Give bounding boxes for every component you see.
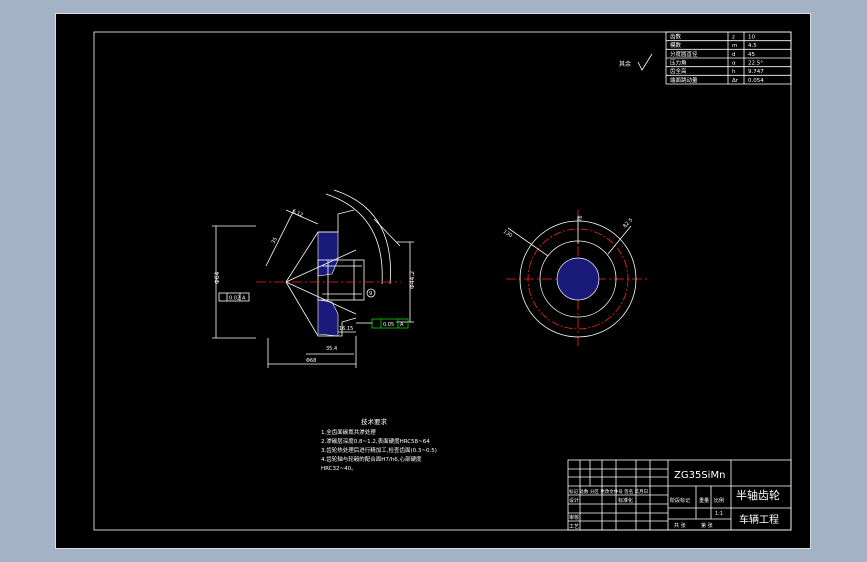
param-0-name: 齿数 — [670, 33, 682, 41]
notes-item-1: 2.渗碳层深度0.8~1.2,表面硬度HRC58~64 — [321, 437, 430, 445]
sheet-border — [93, 31, 792, 531]
param-1-value: 4.5 — [748, 43, 757, 49]
svg-text:0.05: 0.05 — [383, 322, 394, 328]
notes-item-4: HRC32~40。 — [321, 466, 357, 472]
title-block: 标记 处数 分区 更改文件号 签名 年月日 设计 标准化 审核 工艺 ZG35S… — [567, 459, 792, 531]
tb-stage: 阶段标记 — [670, 497, 690, 504]
notes-item-0: 1.全齿面碳氮共渗处理 — [321, 428, 376, 436]
param-3-name: 压力角 — [670, 59, 687, 67]
param-0-symbol: z — [732, 35, 735, 41]
tb-design: 设计 — [569, 497, 579, 504]
dim-bottom-short: 35.4 — [326, 346, 337, 352]
dim-inner-len: 16.15 — [339, 326, 353, 332]
tb-material: ZG35SiMn — [674, 470, 725, 481]
tb-sheet-no: 第 张 — [701, 522, 713, 529]
tb-org: 车辆工程 — [739, 513, 779, 526]
param-5-name: 端面跳动量 — [670, 76, 698, 84]
dim-right-outer: Φ44.2 — [409, 271, 416, 289]
tb-scale-label: 比例 — [714, 497, 724, 504]
param-4-name: 齿全高 — [670, 67, 687, 75]
tb-part-name: 半轴齿轮 — [736, 488, 780, 502]
notes-title: 技术要求 — [361, 417, 388, 426]
front-view: 130 82.5 26 — [502, 210, 650, 346]
dim-circle-right: 82.5 — [622, 217, 634, 229]
dim-right-circle: 9 — [369, 291, 372, 297]
roughness-mark: 其余 — [619, 53, 653, 71]
drawing-viewport[interactable]: 齿数 z 10 模数 m 4.5 分度圆直径 d 45 压力角 α 22.5° … — [55, 13, 811, 549]
dim-top-small: 6.12 — [291, 208, 304, 218]
tb-review: 审核 — [569, 514, 579, 521]
dim-left-outer: Φ64 — [214, 271, 221, 284]
roughness-check-icon — [637, 53, 653, 71]
cad-drawing: 齿数 z 10 模数 m 4.5 分度圆直径 d 45 压力角 α 22.5° … — [93, 31, 792, 531]
tb-std: 标准化 — [618, 497, 633, 504]
param-3-value: 22.5° — [748, 61, 763, 67]
section-view: Φ64 Φ44.2 Φ68 35.4 16.15 35 6.12 9 0.02 … — [212, 189, 416, 368]
param-4-value: 9.747 — [748, 69, 764, 75]
tb-sheets: 共 张 — [674, 522, 686, 529]
roughness-note: 其余 — [619, 60, 631, 68]
dim-bottom-len: Φ68 — [306, 358, 316, 364]
hatch-lower — [317, 299, 339, 337]
param-4-symbol: h — [732, 69, 736, 75]
tb-marks-row: 标记 处数 分区 更改文件号 签名 年月日 — [569, 488, 648, 495]
datum-frame-left: 0.02 A — [218, 292, 250, 302]
param-2-name: 分度圆直径 — [670, 50, 698, 58]
tb-scale: 1:1 — [715, 511, 723, 517]
parameter-table: 齿数 z 10 模数 m 4.5 分度圆直径 d 45 压力角 α 22.5° … — [665, 31, 792, 85]
param-2-value: 45 — [748, 52, 755, 58]
notes-item-2: 3.齿轮热处理后进行精加工,检查齿面(0.3~0.5) — [321, 446, 437, 454]
technical-notes: 技术要求 1.全齿面碳氮共渗处理 2.渗碳层深度0.8~1.2,表面硬度HRC5… — [321, 417, 437, 472]
svg-text:0.02: 0.02 — [229, 296, 240, 302]
param-3-symbol: α — [732, 61, 736, 67]
param-2-symbol: d — [732, 52, 736, 58]
dim-top-slant: 35 — [271, 236, 279, 245]
param-5-symbol: Δr — [732, 78, 739, 84]
dim-circle-top: 26 — [577, 215, 584, 222]
svg-text:A: A — [400, 322, 404, 328]
param-5-value: 0.054 — [748, 78, 764, 84]
spline-bore — [556, 257, 600, 301]
param-1-name: 模数 — [670, 41, 682, 49]
datum-frame-green: 0.05 A — [356, 318, 409, 329]
tb-process: 工艺 — [569, 524, 579, 530]
param-1-symbol: m — [732, 43, 737, 49]
tb-weight: 重量 — [699, 497, 709, 504]
notes-item-3: 4.齿轮轴与轮毂的配合面H7/h6,心部硬度 — [321, 455, 422, 463]
param-0-value: 10 — [748, 35, 755, 41]
svg-text:A: A — [242, 296, 246, 302]
